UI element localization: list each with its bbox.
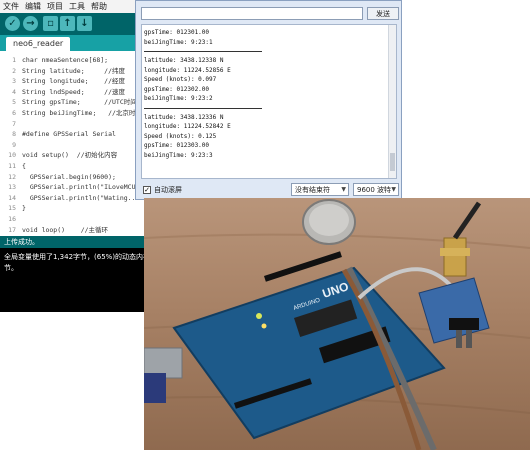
serial-monitor-window: 发送 gpsTime: 012301.00 beiJingTime: 9:23:1… [135,0,402,200]
serial-line: gpsTime: 012303.00 [144,142,210,149]
send-button[interactable]: 发送 [367,7,399,20]
autoscroll-label: 自动滚屏 [154,186,182,194]
code-text: { [22,162,26,170]
tab-neo6-reader[interactable]: neo6_reader [6,37,71,51]
chevron-down-icon: ▼ [391,186,396,193]
menu-edit[interactable]: 编辑 [22,0,44,13]
photo-illustration: UNO ARDUINO [144,199,530,450]
line-number: 15 [8,204,16,213]
arduino-board: UNO ARDUINO [144,251,446,440]
line-number: 5 [12,98,16,107]
serial-line: latitude: 3438.12338 N [144,57,224,64]
new-icon[interactable]: ▫ [43,16,58,31]
separator [144,51,262,52]
gps-module [418,201,490,348]
serial-line: beiJingTime: 9:23:2 [144,95,213,102]
code-text: void loop() //主循环 [22,225,109,234]
baud-select[interactable]: 9600 波特 ▼ [353,183,399,196]
menu-tools[interactable]: 工具 [66,0,88,13]
save-icon[interactable]: ↓ [77,16,92,31]
autoscroll-checkbox[interactable]: ✓ [143,186,151,194]
serial-line: longitude: 11224.52842 E [144,123,231,130]
code-text: #define GPSSerial Serial [22,130,116,139]
menu-project[interactable]: 项目 [44,0,66,13]
code-text: char nmeaSentence[68]; [22,56,109,64]
code-text: GPSSerial.println("Wating..."); [22,193,152,202]
upload-icon[interactable]: → [23,16,38,31]
line-ending-select[interactable]: 没有结束符 ▼ [291,183,349,196]
chevron-down-icon: ▼ [341,186,346,193]
serial-bottom-bar: ✓ 自动滚屏 没有结束符 ▼ 9600 波特 ▼ [141,183,399,197]
line-number: 11 [8,162,16,170]
line-number: 14 [8,193,16,202]
coin-battery [302,199,356,245]
line-number: 10 [8,151,16,160]
code-text: void setup() //初始化内容 [22,151,118,160]
hardware-photo: UNO ARDUINO [144,198,530,450]
send-row: 发送 [141,7,399,21]
scrollbar-thumb[interactable] [390,153,395,171]
menu-file[interactable]: 文件 [0,0,22,13]
serial-line: gpsTime: 012302.00 [144,85,210,93]
line-number: 17 [8,225,16,234]
serial-line: longitude: 11224.52856 E [144,66,231,74]
code-text: } [22,204,26,213]
serial-line: beiJingTime: 9:23:3 [144,151,213,159]
serial-line: Speed (knots): 0.125 [144,132,217,140]
open-icon[interactable]: ↑ [60,16,75,31]
line-number: 8 [12,130,16,139]
serial-line: latitude: 3438.12336 N [144,113,224,121]
line-number: 12 [8,172,16,181]
line-number: 7 [12,119,16,128]
code-text: String latitude; //纬度 [22,66,126,75]
line-number: 6 [12,109,16,117]
separator [144,107,262,109]
code-text: String lndSpeed; //速度 [22,87,126,96]
line-number: 9 [12,140,16,149]
menu-help[interactable]: 帮助 [88,0,110,13]
serial-input[interactable] [141,7,363,20]
serial-line: Speed (knots): 0.097 [144,76,217,83]
line-ending-value: 没有结束符 [295,186,330,194]
line-number: 13 [8,183,16,192]
serial-line: beiJingTime: 9:23:1 [144,38,213,46]
serial-output[interactable]: gpsTime: 012301.00 beiJingTime: 9:23:1 lat… [141,24,397,179]
serial-line: gpsTime: 012301.00 [144,29,210,36]
verify-icon[interactable]: ✓ [5,16,20,31]
code-text: String longitude; //经度 [22,77,126,86]
scrollbar[interactable] [388,25,396,178]
line-number: 3 [12,77,16,86]
baud-value: 9600 波特 [357,186,392,194]
line-number: 16 [8,215,16,223]
line-number: 4 [12,87,16,96]
line-number: 1 [12,56,16,64]
line-number: 2 [12,66,16,75]
code-text: String beiJingTime; //北京时间 [22,109,142,117]
